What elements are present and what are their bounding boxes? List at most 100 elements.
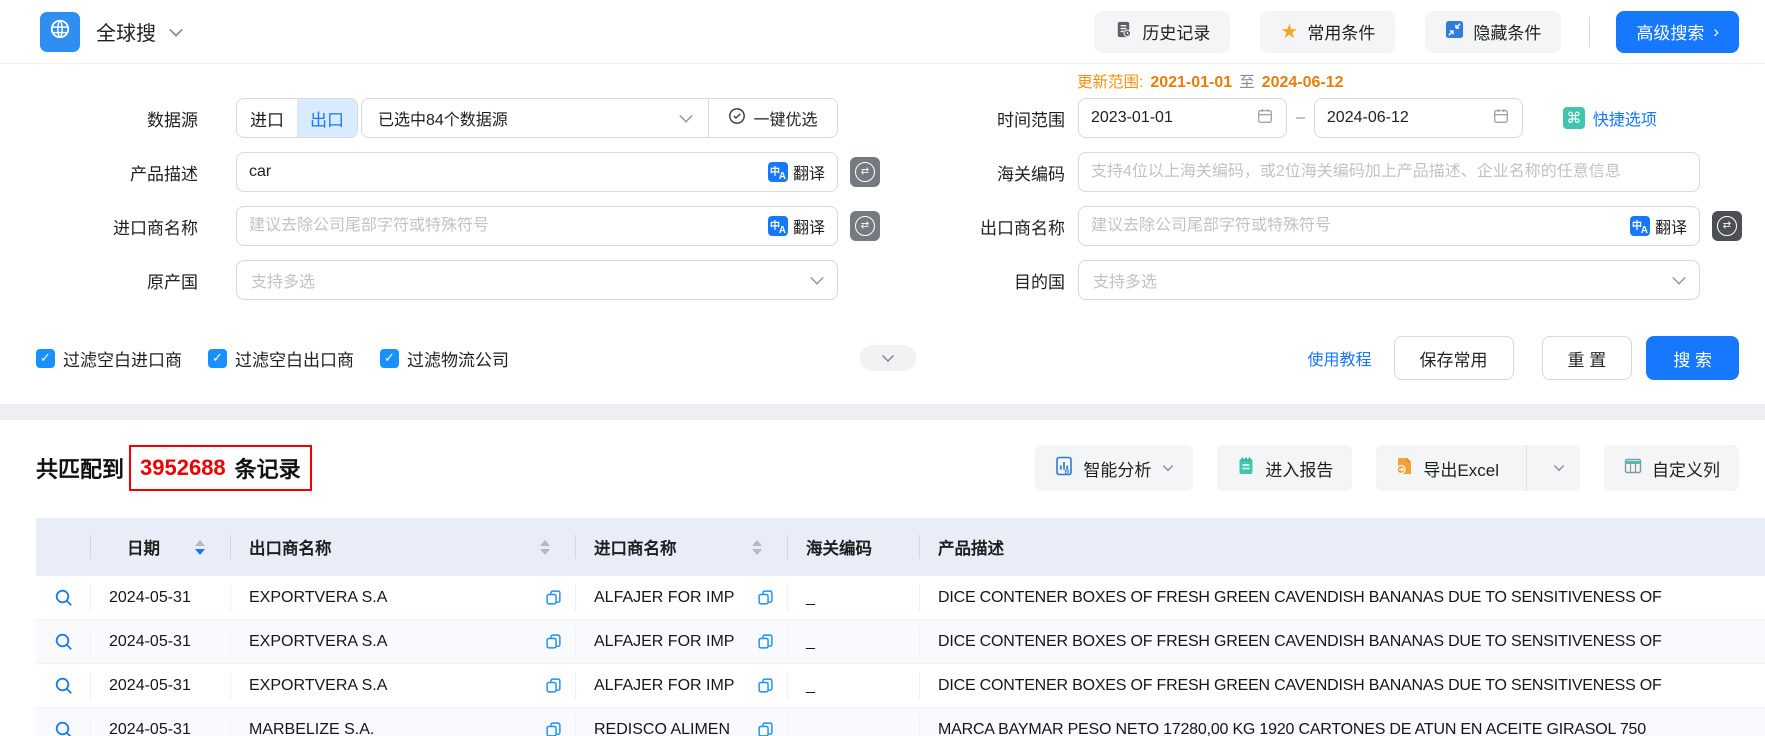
sort-control[interactable] [540,540,550,555]
form-row-companies: 进口商名称 中A 翻译 ⇄ 出口商名称 中A [36,206,1765,246]
reset-button[interactable]: 重 置 [1542,336,1633,380]
copy-icon[interactable] [757,633,774,650]
cell-importer: ALFAJER FOR IMP [576,576,788,619]
copy-icon[interactable] [545,589,562,606]
cell-exporter: EXPORTVERA S.A [231,620,576,663]
importer-inputbox: 中A 翻译 [236,206,838,246]
checkbox-filter-blank-importer[interactable]: ✓ 过滤空白进口商 [36,346,182,371]
checkbox-filter-logistics[interactable]: ✓ 过滤物流公司 [380,346,509,371]
importer-input[interactable] [249,217,768,235]
datasource-select[interactable]: 已选中84个数据源 [362,106,708,130]
checkbox-filter-blank-exporter[interactable]: ✓ 过滤空白出口商 [208,346,354,371]
translate-button[interactable]: 中A 翻译 [768,214,825,238]
hide-conditions-button[interactable]: 隐藏条件 [1425,11,1561,53]
cell-exporter: MARBELIZE S.A. [231,708,576,736]
row-detail-search-icon[interactable] [54,720,74,736]
header-importer[interactable]: 进口商名称 [576,518,788,576]
sort-control[interactable] [195,540,205,555]
row-detail-search-icon[interactable] [54,588,74,608]
row-detail-search-icon[interactable] [54,676,74,696]
table-row: 2024-05-31 EXPORTVERA S.A ALFAJER FOR IM… [36,620,1765,664]
row-detail-search-icon[interactable] [54,632,74,652]
exchange-icon[interactable]: ⇄ [850,157,880,187]
header-date[interactable]: 日期 [91,518,231,576]
datasource-combo: 已选中84个数据源 一键优选 [361,98,838,138]
update-range-end: 2024-06-12 [1262,74,1344,92]
copy-icon[interactable] [545,677,562,694]
origin-country-label: 原产国 [36,268,198,293]
end-date-field[interactable] [1327,109,1492,127]
end-date-input[interactable] [1314,98,1523,138]
advanced-search-label: 高级搜索 [1636,19,1704,44]
export-excel-main[interactable]: 导出Excel [1376,445,1517,491]
tab-export[interactable]: 出口 [297,99,357,137]
save-favorite-button[interactable]: 保存常用 [1394,336,1514,380]
exchange-icon[interactable]: ⇄ [1712,211,1742,241]
cell-product: DICE CONTENER BOXES OF FRESH GREEN CAVEN… [920,664,1765,707]
destination-country-select[interactable]: 支持多选 [1078,260,1700,300]
product-desc-input[interactable] [249,163,768,181]
divider [1589,17,1590,47]
product-desc-label: 产品描述 [36,160,198,185]
copy-icon[interactable] [545,721,562,736]
start-date-input[interactable] [1078,98,1287,138]
app-logo [40,12,80,52]
header-exporter[interactable]: 出口商名称 [231,518,576,576]
tutorial-link[interactable]: 使用教程 [1308,346,1372,370]
smart-analysis-button[interactable]: BI 智能分析 [1035,445,1193,491]
table-row: 2024-05-31 EXPORTVERA S.A ALFAJER FOR IM… [36,664,1765,708]
favorites-button[interactable]: ★ 常用条件 [1260,11,1395,53]
collapse-form-button[interactable] [860,345,916,371]
copy-icon[interactable] [757,677,774,694]
custom-columns-button[interactable]: 自定义列 [1604,445,1739,491]
start-date-field[interactable] [1091,109,1256,127]
cell-date: 2024-05-31 [91,620,231,663]
advanced-search-button[interactable]: 高级搜索 › [1616,11,1739,53]
translate-button[interactable]: 中A 翻译 [768,160,825,184]
check-circle-icon [728,107,746,130]
export-icon [1394,456,1414,481]
topbar: 全球搜 历史记录 ★ 常用条件 隐藏条件 高级搜索 › [0,0,1765,64]
header-hscode: 海关编码 [788,518,920,576]
hide-conditions-label: 隐藏条件 [1473,19,1541,44]
cell-date: 2024-05-31 [91,664,231,707]
custom-columns-label: 自定义列 [1652,456,1720,481]
quick-options-label: 快捷选项 [1593,106,1657,130]
filter-checkboxes: ✓ 过滤空白进口商 ✓ 过滤空白出口商 ✓ 过滤物流公司 [36,346,509,371]
optimize-label: 一键优选 [753,106,817,130]
favorites-label: 常用条件 [1307,19,1375,44]
translate-button[interactable]: 中A 翻译 [1630,214,1687,238]
update-range-to: 至 [1239,70,1255,92]
results-table: 日期 出口商名称 进口商名称 海关编码 产品描述 [36,518,1765,736]
hscode-inputbox [1078,152,1700,192]
form-row-product: 产品描述 中A 翻译 ⇄ 海关编码 [36,152,1765,192]
exporter-input[interactable] [1091,217,1630,235]
topbar-actions: 历史记录 ★ 常用条件 隐藏条件 高级搜索 › [1064,11,1739,53]
form-bottom-row: ✓ 过滤空白进口商 ✓ 过滤空白出口商 ✓ 过滤物流公司 使用教程 保存常用 重… [36,336,1739,380]
copy-icon[interactable] [757,589,774,606]
optimize-button[interactable]: 一键优选 [709,106,837,130]
origin-country-select[interactable]: 支持多选 [236,260,838,300]
search-button[interactable]: 搜 索 [1646,336,1739,380]
history-icon [1114,20,1133,44]
tab-import[interactable]: 进口 [237,99,297,137]
chevron-down-icon[interactable] [169,23,183,37]
cell-hscode: _ [788,620,920,663]
checkbox-checked-icon: ✓ [380,349,399,368]
product-desc-inputbox: 中A 翻译 [236,152,838,192]
origin-placeholder: 支持多选 [251,268,315,292]
quick-options-button[interactable]: ⌘ 快捷选项 [1563,106,1657,130]
collapse-icon [1445,20,1464,44]
time-range-label: 时间范围 [880,106,1065,131]
enter-report-button[interactable]: 进入报告 [1217,445,1352,491]
copy-icon[interactable] [545,633,562,650]
export-dropdown-button[interactable] [1536,445,1580,491]
importer-label: 进口商名称 [36,214,198,239]
history-button[interactable]: 历史记录 [1094,11,1230,53]
hscode-input[interactable] [1091,163,1687,181]
exporter-inputbox: 中A 翻译 [1078,206,1700,246]
copy-icon[interactable] [757,721,774,736]
exchange-icon[interactable]: ⇄ [850,211,880,241]
sort-control[interactable] [752,540,762,555]
checkbox-label: 过滤空白出口商 [235,346,354,371]
